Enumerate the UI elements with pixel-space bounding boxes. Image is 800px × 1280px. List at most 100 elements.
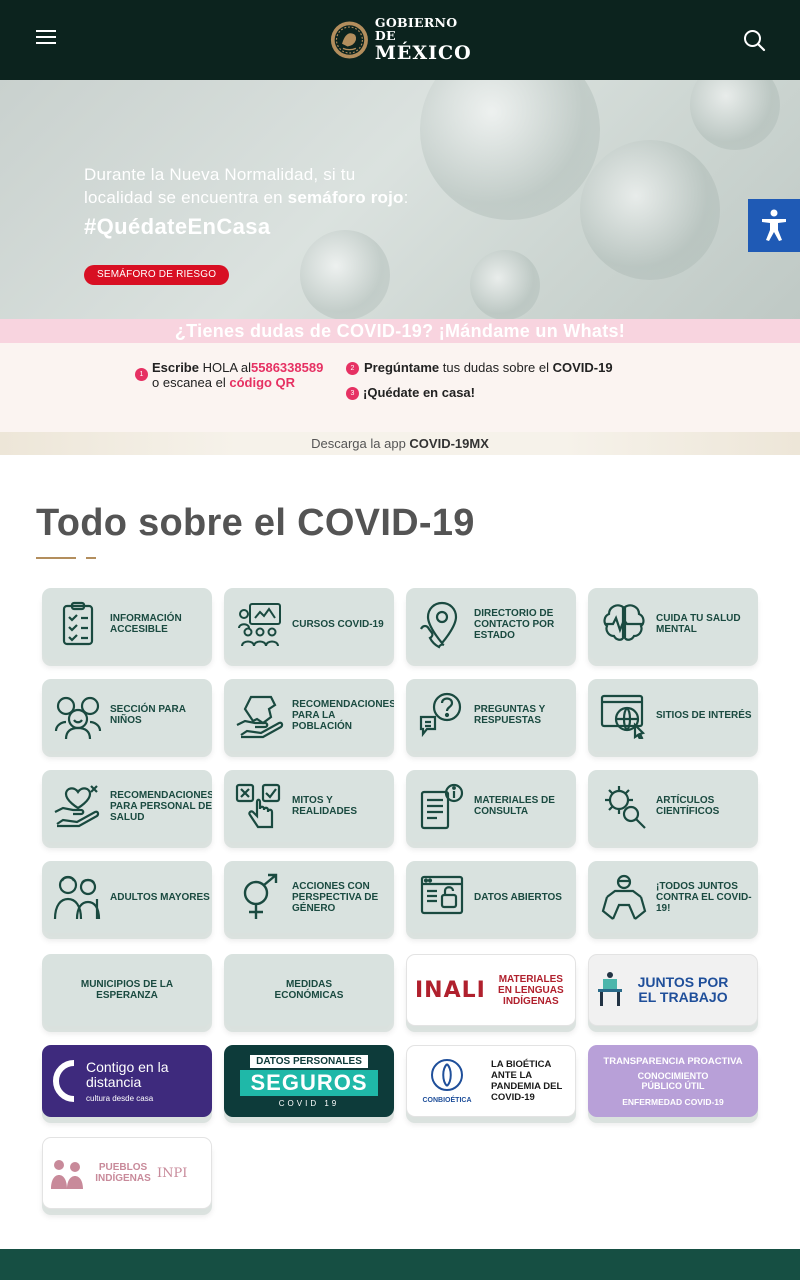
tile-label: SITIOS DE INTERÉS: [656, 709, 752, 721]
tile-label: RECOMENDACIONES PARA PERSONAL DE SALUD: [110, 789, 212, 823]
step-1-number: 1: [135, 368, 148, 381]
semaforo-badge[interactable]: SEMÁFORO DE RIESGO: [84, 265, 230, 285]
tile-cursos-covid[interactable]: CURSOS COVID-19: [224, 588, 394, 660]
tile-preguntas-respuestas[interactable]: PREGUNTAS Y RESPUESTAS: [406, 679, 576, 751]
search-icon[interactable]: [742, 28, 766, 52]
contigo-text: Contigo en la distancia cultura desde ca…: [86, 1058, 186, 1103]
hero-colon: :: [403, 188, 409, 207]
accessibility-icon: [762, 209, 786, 241]
check-x-hand-icon: [235, 783, 281, 829]
tile-label: CUIDA TU SALUD MENTAL: [656, 613, 741, 635]
download-text: Descarga la app: [311, 436, 410, 451]
step-1-text: Escribe HOLA al5586338589 o escanea el c…: [152, 360, 323, 390]
tile-label: DATOS PERSONALES: [250, 1054, 368, 1068]
tile-datos-personales[interactable]: DATOS PERSONALES SEGUROS COVID 19: [224, 1045, 394, 1117]
tile-mitos-realidades[interactable]: MITOS Y REALIDADES: [224, 770, 394, 842]
tile-pueblos-indigenas[interactable]: PUEBLOS INDÍGENAS INPI: [42, 1137, 212, 1209]
hamburger-icon[interactable]: [36, 30, 56, 44]
workers-icon: [598, 972, 622, 1006]
inali-logo: INALI: [415, 977, 486, 1003]
tile-articulos-cientificos[interactable]: ARTÍCULOS CIENTÍFICOS: [588, 770, 758, 842]
tile-label: MATERIALES DE CONSULTA: [474, 795, 555, 817]
tile-recomendaciones-poblacion[interactable]: RECOMENDACIONES PARA LA POBLACIÓN: [224, 679, 394, 751]
step-2-plain: tus dudas sobre el: [439, 360, 553, 375]
tile-label: MATERIALES EN LENGUAS INDÍGENAS: [498, 973, 564, 1007]
step-1-hola: HOLA al: [198, 360, 252, 375]
tile-datos-abiertos[interactable]: DATOS ABIERTOS: [406, 861, 576, 933]
brain-pulse-icon: [603, 604, 645, 641]
hero-line2: localidad se encuentra en: [84, 188, 288, 207]
tile-label: ¡TODOS JUNTOS CONTRA EL COVID-19!: [656, 880, 752, 914]
tile-label: JUNTOS POR EL TRABAJO: [637, 974, 729, 1005]
bioethics-icon: [431, 1059, 463, 1091]
tile-todos-juntos[interactable]: ¡TODOS JUNTOS CONTRA EL COVID-19!: [588, 861, 758, 933]
question-bubble-icon: [419, 692, 462, 738]
tile-directorio-contacto[interactable]: DIRECTORIO DE CONTACTO POR ESTADO: [406, 588, 576, 660]
hands-together-icon: [601, 874, 647, 920]
tile-big: SEGUROS: [240, 1069, 378, 1096]
tile-label: TRANSPARENCIA PROACTIVA: [603, 1055, 743, 1067]
step-2-bold: Pregúntame: [364, 360, 440, 375]
tile-medidas-economicas[interactable]: MEDIDAS ECONÓMICAS: [224, 954, 394, 1026]
whatsapp-phone-link[interactable]: 5586338589: [251, 360, 323, 375]
logo-line2: MÉXICO: [374, 42, 472, 64]
tile-label: ARTÍCULOS CIENTÍFICOS: [656, 795, 720, 817]
document-info-icon: [420, 783, 464, 830]
accessibility-button[interactable]: [748, 199, 800, 252]
virus-magnifier-icon: [605, 786, 646, 829]
hero-line1: Durante la Nueva Normalidad, si tu: [84, 165, 356, 184]
footer-band: [0, 1249, 800, 1280]
logo-line1: GOBIERNO DE: [374, 15, 458, 43]
tile-transparencia-proactiva[interactable]: TRANSPARENCIA PROACTIVA CONOCIMIENTO PÚB…: [588, 1045, 758, 1117]
c-logo-icon: [53, 1060, 75, 1102]
inpi-logo: INPI: [157, 1165, 188, 1181]
tile-municipios-esperanza[interactable]: MUNICIPIOS DE LA ESPERANZA: [42, 954, 212, 1026]
tile-mid: CONOCIMIENTO PÚBLICO ÚTIL: [637, 1070, 709, 1091]
tile-label: MITOS Y REALIDADES: [292, 795, 358, 817]
tile-perspectiva-genero[interactable]: ACCIONES CON PERSPECTIVA DE GÉNERO: [224, 861, 394, 933]
title-underline-short: [86, 557, 96, 559]
classroom-icon: [238, 603, 281, 647]
tile-informacion-accesible[interactable]: INFORMACIÓN ACCESIBLE: [42, 588, 212, 660]
hero-hashtag: #QuédateEnCasa: [84, 214, 271, 239]
qr-code-link[interactable]: código QR: [229, 375, 295, 390]
tile-lenguas-indigenas[interactable]: INALI MATERIALES EN LENGUAS INDÍGENAS: [406, 954, 576, 1026]
step-2-text: Pregúntame tus dudas sobre el COVID-19: [364, 360, 613, 375]
gobierno-mexico-logo[interactable]: GOBIERNO DE MÉXICO: [330, 15, 475, 64]
tile-recomendaciones-personal-salud[interactable]: RECOMENDACIONES PARA PERSONAL DE SALUD: [42, 770, 212, 842]
tile-salud-mental[interactable]: CUIDA TU SALUD MENTAL: [588, 588, 758, 660]
tile-sub: COVID 19: [278, 1098, 340, 1108]
elderly-couple-icon: [53, 875, 101, 920]
tile-sitios-interes[interactable]: SITIOS DE INTERÉS: [588, 679, 758, 751]
tile-label: SECCIÓN PARA NIÑOS: [110, 704, 186, 726]
step-3-bold: ¡Quédate en casa!: [363, 385, 475, 400]
tile-materiales-consulta[interactable]: MATERIALES DE CONSULTA: [406, 770, 576, 842]
top-navbar: GOBIERNO DE MÉXICO: [0, 0, 800, 80]
tile-seccion-ninos[interactable]: SECCIÓN PARA NIÑOS: [42, 679, 212, 751]
tile-label: PUEBLOS INDÍGENAS: [95, 1162, 151, 1184]
tile-label: MUNICIPIOS DE LA ESPERANZA: [80, 979, 174, 1001]
tile-bioetica[interactable]: CONBIOÉTICA LA BIOÉTICA ANTE LA PANDEMIA…: [406, 1045, 576, 1117]
tile-label: DATOS ABIERTOS: [474, 891, 562, 903]
step-2-number: 2: [346, 362, 359, 375]
section-title: Todo sobre el COVID-19: [36, 502, 475, 544]
tile-sub: cultura desde casa: [86, 1093, 154, 1103]
children-icon: [54, 696, 102, 739]
tile-label: Contigo en la distancia: [86, 1058, 169, 1090]
tile-label: ACCIONES CON PERSPECTIVA DE GÉNERO: [292, 880, 379, 914]
indigenous-people-icon: [51, 1160, 83, 1189]
download-app-banner[interactable]: Descarga la app COVID-19MX: [0, 432, 800, 455]
tile-contigo-distancia[interactable]: Contigo en la distancia cultura desde ca…: [42, 1045, 212, 1117]
tile-label: CURSOS COVID-19: [292, 618, 384, 630]
tile-label: INFORMACIÓN ACCESIBLE: [110, 613, 182, 635]
gender-symbol-icon: [243, 873, 278, 919]
conbioetica-logo: CONBIOÉTICA: [417, 1058, 477, 1104]
tile-adultos-mayores[interactable]: ADULTOS MAYORES: [42, 861, 212, 933]
download-app-name: COVID-19MX: [409, 436, 489, 451]
step-3-number: 3: [346, 387, 359, 400]
tile-label: LA BIOÉTICA ANTE LA PANDEMIA DEL COVID-1…: [491, 1059, 563, 1103]
whatsapp-steps: 1 Escribe HOLA al5586338589 o escanea el…: [0, 343, 800, 432]
mexico-hand-icon: [236, 695, 284, 739]
tile-juntos-trabajo[interactable]: JUNTOS POR EL TRABAJO: [588, 954, 758, 1026]
heart-hand-icon: [54, 785, 100, 828]
